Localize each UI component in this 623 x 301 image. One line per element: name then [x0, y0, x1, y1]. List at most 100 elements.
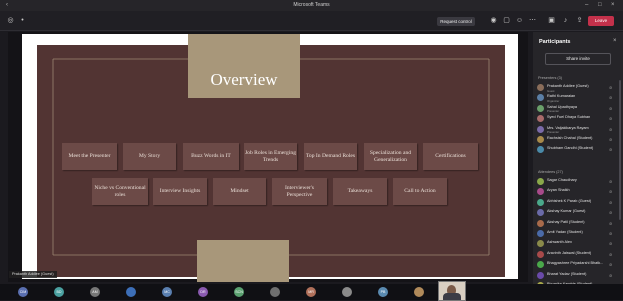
- shield-icon: ◎: [7, 17, 14, 24]
- participant-name: Akshay Patil (Student): [547, 219, 585, 224]
- muted-mic-icon: ⊘: [609, 137, 613, 142]
- gallery-avatar[interactable]: AM: [90, 287, 100, 297]
- tile-call-to-action: Call to Action: [393, 178, 447, 205]
- participant-role: Organizer: [547, 98, 560, 103]
- gallery-avatar[interactable]: [342, 287, 352, 297]
- window-titlebar: Microsoft Teams: [0, 0, 623, 11]
- muted-mic-icon: ⊘: [609, 147, 613, 153]
- gallery-avatar[interactable]: [126, 287, 136, 297]
- self-video-body: [443, 293, 461, 300]
- participant-row[interactable]: Sahal Upadhyaya Presenter ⊘: [537, 104, 617, 114]
- participant-row[interactable]: Ashwanth Alex ⊘: [537, 240, 617, 249]
- muted-mic-icon: ⊘: [609, 241, 613, 247]
- attendees-section-label: Attendees (27): [538, 170, 563, 174]
- avatar: [537, 219, 544, 227]
- tile-meet-the-presenter: Meet the Presenter: [62, 143, 117, 170]
- avatar: [537, 271, 544, 279]
- participant-row[interactable]: Bhagyashree Priyadarshi Bhatk... ⊘: [537, 261, 617, 270]
- participant-row[interactable]: Aryan Shaikh ⊘: [537, 188, 617, 197]
- participant-name: Abhishek K Parab (Guest): [547, 198, 592, 203]
- close-window-icon[interactable]: ×: [611, 0, 615, 11]
- muted-mic-icon: ⊘: [609, 210, 613, 216]
- maximize-icon[interactable]: □: [598, 0, 602, 11]
- muted-mic-icon: ⊘: [609, 105, 613, 111]
- participant-name: Rachsish Chahal (Student): [547, 136, 593, 140]
- muted-mic-icon: ⊘: [609, 251, 613, 257]
- avatar: [537, 209, 544, 217]
- avatar: [537, 115, 544, 123]
- gallery-avatar[interactable]: BD: [54, 287, 64, 297]
- avatar: [537, 261, 544, 269]
- avatar: [537, 230, 544, 237]
- participant-role: Presenter: [547, 109, 560, 114]
- timer-icon: •: [21, 17, 24, 24]
- gallery-avatar[interactable]: [270, 287, 280, 297]
- share-screen-icon[interactable]: ⇪: [575, 16, 584, 25]
- participant-role: Presenter: [547, 130, 560, 135]
- avatar: [537, 125, 544, 133]
- participants-icon[interactable]: ◉: [489, 16, 498, 25]
- tile-certifications: Certifications: [423, 143, 478, 170]
- muted-mic-icon: ⊘: [609, 85, 613, 90]
- participant-name: Akshay Kumar (Guest): [547, 209, 586, 214]
- tile-job-roles-emerging: Job Roles in Emerging Trends: [244, 143, 297, 170]
- gallery-avatar[interactable]: CIM: [18, 287, 28, 297]
- gallery-avatar[interactable]: SCN: [234, 287, 244, 297]
- more-options-icon[interactable]: ⋯: [528, 16, 537, 25]
- gallery-avatar[interactable]: PB: [378, 287, 388, 297]
- participant-row[interactable]: Bharat Yadav (Student) ⊘: [537, 271, 617, 281]
- participant-name: Rathi Kumaraian: [547, 94, 576, 99]
- tile-top-in-demand: Top In Demand Roles: [304, 143, 357, 170]
- avatar: [537, 104, 544, 112]
- participant-name: Prakanth Addlee (Guest): [547, 84, 589, 88]
- participant-row[interactable]: Rathi Kumaraian Organizer ⊘: [537, 94, 617, 103]
- participant-row[interactable]: Akshay Patil (Student) ⊘: [537, 219, 617, 229]
- participant-row[interactable]: Prakanth Addlee (Guest) Guest ⊘: [537, 84, 617, 93]
- avatar: [537, 188, 544, 196]
- participant-row[interactable]: Mrs. Vaijakikarya Rayam Presenter ⊘: [537, 125, 617, 135]
- avatar: [537, 198, 544, 206]
- microphone-icon[interactable]: ♪: [561, 16, 570, 25]
- participant-row[interactable]: Amit Yadav (Student) ⊘: [537, 230, 617, 239]
- close-panel-icon[interactable]: ×: [613, 38, 617, 44]
- participant-row[interactable]: Akshay Kumar (Guest) ⊘: [537, 209, 617, 218]
- participant-row[interactable]: Aravinth Jaiswal (Student) ⊘: [537, 250, 617, 260]
- participant-row[interactable]: Rachsish Chahal (Student) ⊘: [537, 136, 617, 145]
- chat-icon[interactable]: ▢: [502, 16, 511, 25]
- participant-name: Aravinth Jaiswal (Student): [547, 250, 592, 255]
- gallery-avatar[interactable]: [414, 287, 424, 297]
- tile-specialization: Specialization and Generalization: [364, 143, 417, 170]
- gallery-avatar[interactable]: DR: [198, 287, 208, 297]
- avatar: [537, 84, 544, 91]
- request-control-button[interactable]: Request control: [437, 17, 475, 26]
- back-icon[interactable]: ‹: [6, 0, 8, 11]
- meeting-toolbar: ◎ • Request control ◉ ▢ ☺ ⋯ ▣ ♪ ⇪ Leave: [0, 11, 623, 31]
- participant-row[interactable]: Abhishek K Parab (Guest) ⊘: [537, 198, 617, 208]
- participant-name: Ashwanth Alex: [547, 240, 572, 245]
- window-title: Microsoft Teams: [293, 2, 330, 8]
- participant-row[interactable]: Syed Fuel Dhaya Subhan ⊘: [537, 115, 617, 124]
- participant-name: Syed Fuel Dhaya Subhan: [547, 115, 591, 120]
- muted-mic-icon: ⊘: [609, 126, 613, 132]
- tile-my-story: My Story: [123, 143, 176, 170]
- participant-name: Amit Yadav (Student): [547, 230, 583, 234]
- avatar: [537, 136, 544, 143]
- participant-row[interactable]: Shubham Gandhi (Student) ⊘: [537, 146, 617, 155]
- participants-panel: Participants × Share invite Presenters (…: [533, 32, 623, 289]
- tile-niche-vs-conventional: Niche vs Conventional roles: [92, 178, 148, 205]
- reactions-icon[interactable]: ☺: [515, 16, 524, 25]
- gallery-avatar[interactable]: MR: [306, 287, 316, 297]
- participant-name: Bhagyashree Priyadarshi Bhatk...: [547, 261, 604, 266]
- leave-button[interactable]: Leave: [588, 16, 614, 26]
- tile-takeaways: Takeaways: [333, 178, 387, 205]
- self-video-thumbnail[interactable]: [438, 281, 466, 301]
- muted-mic-icon: ⊘: [609, 262, 613, 268]
- participant-row[interactable]: Sagar Chaudhary ⊘: [537, 178, 617, 187]
- panel-scrollbar[interactable]: [619, 80, 621, 220]
- gallery-avatar[interactable]: MC: [162, 287, 172, 297]
- share-invite-button[interactable]: Share invite: [545, 53, 611, 65]
- muted-mic-icon: ⊘: [609, 95, 613, 101]
- camera-icon[interactable]: ▣: [547, 16, 556, 25]
- participants-panel-title: Participants: [539, 39, 571, 45]
- minimize-icon[interactable]: –: [585, 0, 588, 11]
